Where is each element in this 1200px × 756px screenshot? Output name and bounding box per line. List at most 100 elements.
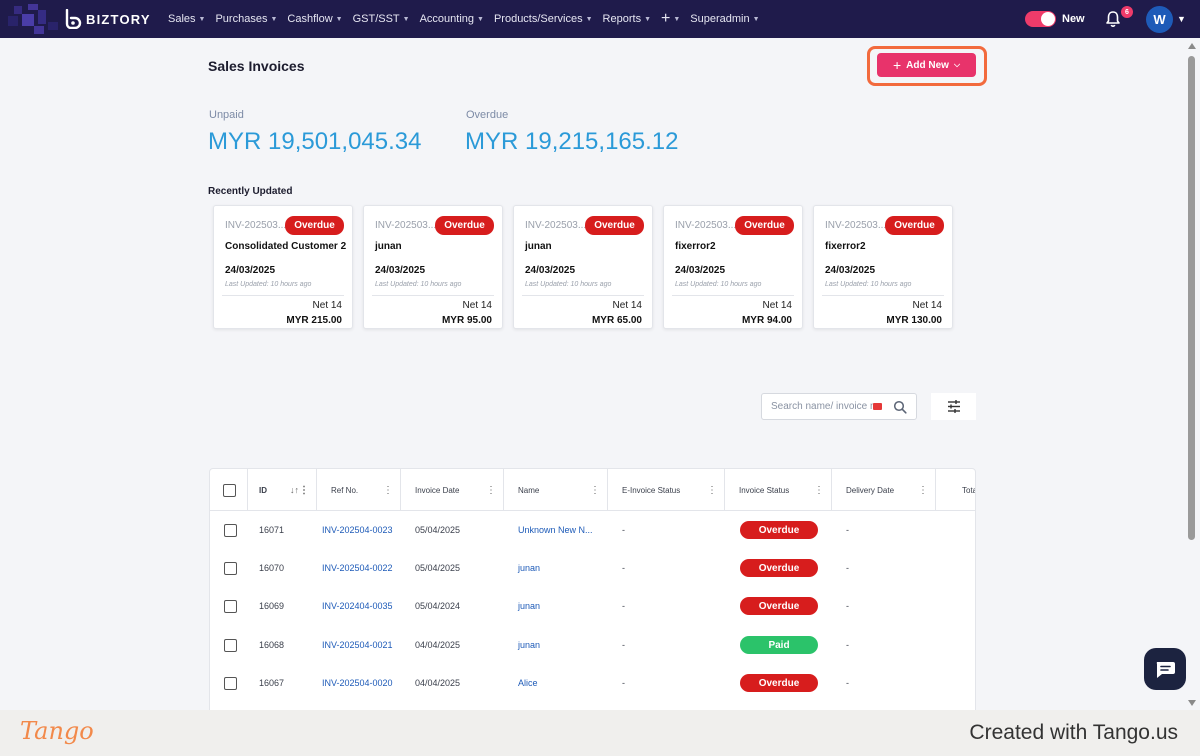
nav-products-services[interactable]: Products/Services ▼ [494, 13, 593, 25]
nav-label: GST/SST [352, 13, 400, 25]
chevron-down-icon: ▼ [585, 15, 593, 23]
scroll-thumb[interactable] [1188, 56, 1195, 540]
nav-quick-add[interactable]: + ▼ [661, 10, 680, 28]
top-navbar: BIZTORY Sales ▼ Purchases ▼ Cashflow ▼ GST/… [0, 0, 1200, 38]
search-icon[interactable] [893, 400, 907, 414]
chevron-down-icon[interactable]: ▼ [1177, 14, 1186, 24]
recent-invoice-card[interactable]: INV-202503... Overdue junan 24/03/2025 L… [513, 205, 653, 329]
table-row[interactable]: 16071 INV-202504-0023 05/04/2025 Unknown… [210, 511, 975, 549]
cell-id: 16070 [259, 563, 285, 573]
column-header-delivery-date[interactable]: Delivery Date ⋮ [832, 469, 936, 511]
page-scrollbar[interactable] [1185, 40, 1199, 710]
table-row[interactable]: 16070 INV-202504-0022 05/04/2025 junan -… [210, 549, 975, 587]
card-date: 24/03/2025 [225, 265, 276, 276]
nav-sales[interactable]: Sales ▼ [168, 13, 205, 25]
column-header-e-invoice-status[interactable]: E-Invoice Status ⋮ [608, 469, 725, 511]
status-badge: Paid [740, 636, 818, 654]
chat-button[interactable] [1144, 648, 1186, 690]
cell-ref-no[interactable]: INV-202404-0035 [322, 587, 393, 625]
row-checkbox[interactable] [224, 523, 237, 537]
card-last-updated: Last Updated: 10 hours ago [225, 281, 312, 288]
cell-name[interactable]: junan [518, 549, 540, 587]
toggle-switch[interactable] [1025, 11, 1056, 27]
cell-delivery-date: - [846, 601, 849, 611]
card-amount: MYR 215.00 [286, 315, 342, 326]
recent-invoice-card[interactable]: INV-202503... Overdue Consolidated Custo… [213, 205, 353, 329]
status-badge: Overdue [740, 597, 818, 615]
column-menu-icon[interactable]: ⋮ [707, 485, 717, 496]
header-select-cell [210, 469, 248, 511]
table-row[interactable]: 16069 INV-202404-0035 05/04/2024 junan -… [210, 587, 975, 625]
table-row[interactable]: 16068 INV-202504-0021 04/04/2025 junan -… [210, 626, 975, 664]
chevron-down-icon: ▼ [673, 15, 681, 23]
nav-superadmin[interactable]: Superadmin ▼ [690, 13, 759, 25]
created-with-text: Created with Tango.us [969, 721, 1178, 744]
nav-label: Sales [168, 13, 196, 25]
recent-invoice-card[interactable]: INV-202503... Overdue fixerror2 24/03/20… [663, 205, 803, 329]
row-checkbox[interactable] [224, 599, 237, 613]
column-label: Name [518, 485, 540, 495]
table-row[interactable]: 16067 INV-202504-0020 04/04/2025 Alice -… [210, 664, 975, 702]
column-menu-icon[interactable]: ⋮ [383, 485, 393, 496]
nav-accounting[interactable]: Accounting ▼ [420, 13, 484, 25]
column-header-invoice-date[interactable]: Invoice Date ⋮ [401, 469, 504, 511]
column-menu-icon[interactable]: ⋮ [814, 485, 824, 496]
column-header-invoice-status[interactable]: Invoice Status ⋮ [725, 469, 832, 511]
status-badge: Overdue [435, 216, 494, 235]
status-badge: Overdue [285, 216, 344, 235]
brand[interactable]: BIZTORY [0, 0, 160, 38]
column-header-total[interactable]: Tota [936, 469, 975, 511]
nav-reports[interactable]: Reports ▼ [603, 13, 651, 25]
nav-gst-sst[interactable]: GST/SST ▼ [353, 13, 410, 25]
nav-purchases[interactable]: Purchases ▼ [215, 13, 277, 25]
card-last-updated: Last Updated: 10 hours ago [375, 281, 462, 288]
cell-ref-no[interactable]: INV-202504-0022 [322, 549, 393, 587]
column-menu-icon[interactable]: ⋮ [590, 485, 600, 496]
new-ui-toggle[interactable]: New [1025, 11, 1085, 27]
column-menu-icon[interactable]: ⋮ [486, 485, 496, 496]
cell-name[interactable]: Alice [518, 664, 538, 702]
column-header-id[interactable]: ID ↓↑ ⋮ [248, 469, 317, 511]
card-invoice-number: INV-202503... [225, 220, 287, 231]
recent-invoice-card[interactable]: INV-202503... Overdue fixerror2 24/03/20… [813, 205, 953, 329]
cell-ref-no[interactable]: INV-202504-0021 [322, 626, 393, 664]
row-checkbox[interactable] [224, 676, 237, 690]
main-menu: Sales ▼ Purchases ▼ Cashflow ▼ GST/SST ▼ Acc… [168, 0, 760, 38]
cell-name[interactable]: Unknown New N... [518, 511, 593, 549]
status-badge: Overdue [740, 674, 818, 692]
row-checkbox[interactable] [224, 638, 237, 652]
avatar[interactable]: W [1146, 6, 1173, 33]
card-invoice-number: INV-202503... [675, 220, 737, 231]
cell-name[interactable]: junan [518, 626, 540, 664]
column-header-name[interactable]: Name ⋮ [504, 469, 608, 511]
sort-icon[interactable]: ↓↑ [290, 485, 299, 495]
cell-ref-no[interactable]: INV-202504-0020 [322, 664, 393, 702]
scroll-down-arrow[interactable] [1188, 700, 1196, 706]
cell-ref-no[interactable]: INV-202504-0023 [322, 511, 393, 549]
cell-e-invoice-status: - [622, 525, 625, 535]
nav-cashflow[interactable]: Cashflow ▼ [287, 13, 342, 25]
filter-button[interactable] [931, 393, 976, 420]
column-header-ref-no[interactable]: Ref No. ⋮ [317, 469, 401, 511]
card-date: 24/03/2025 [675, 265, 726, 276]
tango-footer: Tango Created with Tango.us [0, 710, 1200, 756]
bell-icon[interactable] [1104, 10, 1122, 28]
card-last-updated: Last Updated: 10 hours ago [675, 281, 762, 288]
nav-label: Cashflow [287, 13, 333, 25]
row-select-cell [224, 626, 237, 664]
page-title: Sales Invoices [208, 58, 305, 74]
column-menu-icon[interactable]: ⋮ [918, 485, 928, 496]
add-new-button[interactable]: + Add New ⌵ [877, 53, 976, 77]
recent-invoice-card[interactable]: INV-202503... Overdue junan 24/03/2025 L… [363, 205, 503, 329]
column-label: Ref No. [331, 485, 359, 495]
row-select-cell [224, 549, 237, 587]
row-checkbox[interactable] [224, 561, 237, 575]
cell-name[interactable]: junan [518, 587, 540, 625]
plus-icon: + [892, 57, 902, 73]
column-menu-icon[interactable]: ⋮ [299, 485, 309, 496]
notification-badge: 6 [1121, 6, 1133, 18]
scroll-up-arrow[interactable] [1188, 43, 1196, 49]
select-all-checkbox[interactable] [223, 483, 236, 497]
card-payment-term: Net 14 [912, 300, 942, 311]
search-input[interactable] [771, 401, 877, 412]
